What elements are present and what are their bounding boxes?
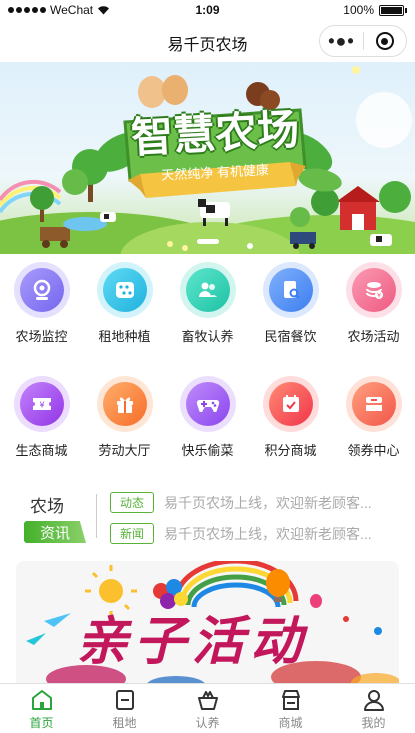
battery-area: 100% bbox=[343, 3, 407, 17]
menu-label: 生态商城 bbox=[15, 443, 68, 458]
news-text: 易千页农场上线，欢迎新老顾客... bbox=[164, 525, 372, 542]
tab-profile[interactable]: 我的 bbox=[332, 684, 415, 733]
land-icon bbox=[115, 690, 134, 710]
bottom-tab-bar: 首页 租地 认养 商城 我的 bbox=[0, 683, 415, 733]
battery-icon bbox=[379, 4, 404, 16]
menu-item-farm-activity[interactable]: ¥ 农场活动 bbox=[332, 262, 415, 345]
menu-label: 领券中心 bbox=[347, 443, 400, 458]
status-bar: WeChat 1:09 100% bbox=[0, 0, 415, 22]
menu-label: 民宿餐饮 bbox=[264, 329, 317, 344]
svg-text:¥: ¥ bbox=[377, 293, 381, 300]
ticket-icon: ¥ bbox=[32, 398, 51, 410]
tab-home[interactable]: 首页 bbox=[0, 684, 83, 733]
tab-label: 认养 bbox=[195, 716, 220, 730]
coin-stack-icon: ¥ bbox=[365, 282, 383, 300]
news-brand: 农场 资讯 bbox=[24, 492, 90, 543]
news-tag: 动态 bbox=[110, 492, 155, 513]
battery-percent: 100% bbox=[343, 3, 374, 17]
news-divider bbox=[96, 494, 97, 538]
tab-land[interactable]: 租地 bbox=[83, 684, 166, 733]
banner-title: 智慧农场 bbox=[130, 105, 301, 162]
menu-label: 租地种植 bbox=[98, 329, 151, 344]
banner-carousel[interactable]: 智慧农场 天然纯净 有机健康 bbox=[0, 62, 415, 254]
mini-program-capsule: •●• bbox=[319, 25, 407, 57]
search-doc-icon bbox=[283, 281, 300, 299]
parent-child-activity-card[interactable]: 亲子活动 bbox=[16, 561, 399, 691]
users-icon bbox=[198, 282, 217, 297]
menu-grid-row-1: 农场监控 租地种植 畜牧认养 民宿餐饮 ¥ 农场活动 bbox=[0, 262, 415, 345]
gift-icon bbox=[116, 397, 133, 413]
shop-icon bbox=[281, 690, 300, 710]
calendar-check-icon bbox=[282, 395, 299, 412]
tab-label: 首页 bbox=[29, 716, 54, 730]
menu-label: 劳动大厅 bbox=[98, 443, 151, 458]
tab-mall[interactable]: 商城 bbox=[249, 684, 332, 733]
news-brand-top: 农场 bbox=[30, 497, 64, 516]
menu-item-land-planting[interactable]: 租地种植 bbox=[83, 262, 166, 345]
tab-label: 商城 bbox=[278, 716, 303, 730]
news-ticker: 农场 资讯 动态 易千页农场上线，欢迎新老顾客... 新闻 易千页农场上线，欢迎… bbox=[0, 488, 415, 548]
activity-title: 亲子活动 bbox=[76, 611, 309, 672]
news-tag: 新闻 bbox=[110, 523, 155, 544]
menu-label: 畜牧认养 bbox=[181, 329, 234, 344]
menu-label: 快乐偷菜 bbox=[181, 443, 234, 458]
target-close-icon[interactable] bbox=[364, 32, 406, 50]
user-icon bbox=[363, 690, 384, 711]
news-brand-tag: 资讯 bbox=[24, 521, 86, 543]
menu-grid-row-2: ¥ 生态商城 劳动大厅 快乐偷菜 积分商城 领券中心 bbox=[0, 376, 415, 459]
more-dots-icon[interactable]: •●• bbox=[320, 26, 363, 56]
camera-icon bbox=[33, 279, 50, 300]
menu-item-points-mall[interactable]: 积分商城 bbox=[249, 376, 332, 459]
menu-item-labor-hall[interactable]: 劳动大厅 bbox=[83, 376, 166, 459]
plot-icon bbox=[115, 282, 134, 298]
nav-bar: 易千页农场 •●• bbox=[0, 22, 415, 62]
menu-item-steal-veggies[interactable]: 快乐偷菜 bbox=[166, 376, 249, 459]
tab-label: 租地 bbox=[112, 716, 137, 730]
menu-item-livestock-adopt[interactable]: 畜牧认养 bbox=[166, 262, 249, 345]
tab-label: 我的 bbox=[361, 716, 386, 730]
svg-text:¥: ¥ bbox=[39, 401, 44, 410]
coupon-icon bbox=[365, 397, 382, 411]
menu-item-homestay-dining[interactable]: 民宿餐饮 bbox=[249, 262, 332, 345]
news-text: 易千页农场上线，欢迎新老顾客... bbox=[164, 494, 372, 511]
tab-adopt[interactable]: 认养 bbox=[166, 684, 249, 733]
menu-item-coupon-center[interactable]: 领券中心 bbox=[332, 376, 415, 459]
carousel-indicator bbox=[197, 239, 219, 244]
menu-label: 农场监控 bbox=[15, 329, 68, 344]
news-item[interactable]: 新闻 易千页农场上线，欢迎新老顾客... bbox=[110, 523, 405, 544]
news-item[interactable]: 动态 易千页农场上线，欢迎新老顾客... bbox=[110, 492, 405, 513]
home-icon bbox=[31, 690, 52, 710]
basket-icon bbox=[197, 691, 218, 710]
menu-item-farm-monitor[interactable]: 农场监控 bbox=[0, 262, 83, 345]
menu-label: 农场活动 bbox=[347, 329, 400, 344]
menu-item-eco-mall[interactable]: ¥ 生态商城 bbox=[0, 376, 83, 459]
gamepad-icon bbox=[196, 400, 219, 412]
menu-label: 积分商城 bbox=[264, 443, 317, 458]
